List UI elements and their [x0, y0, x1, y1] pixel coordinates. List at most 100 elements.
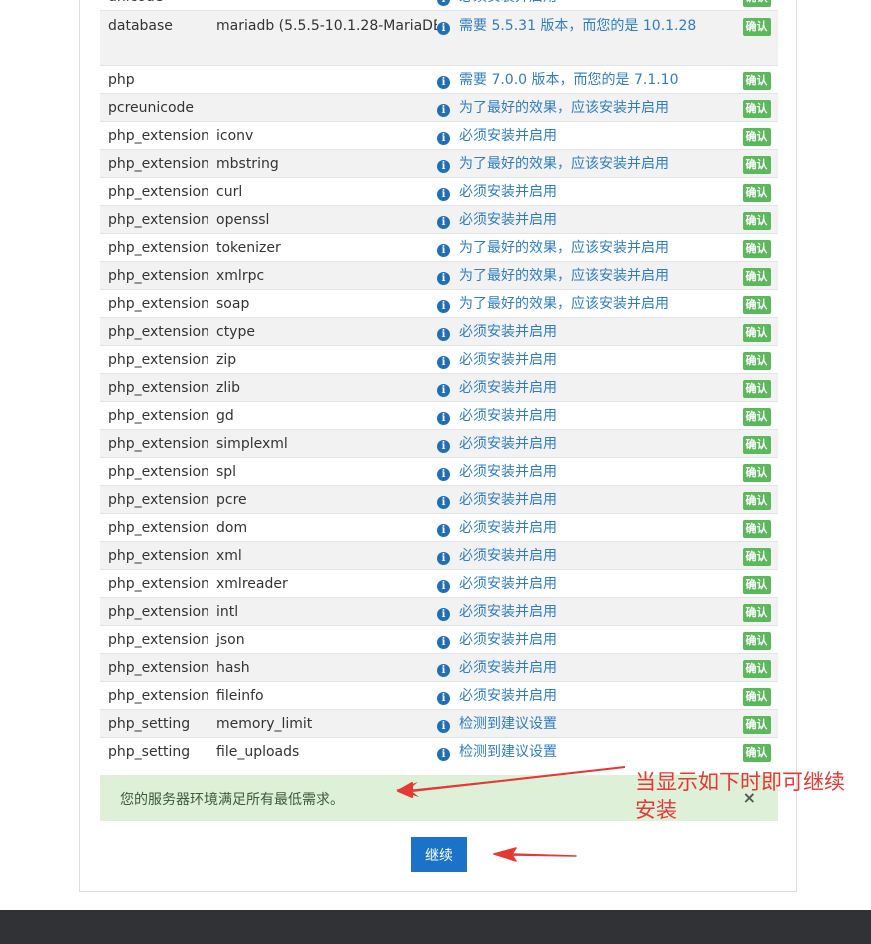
requirement-type: database [100, 10, 208, 66]
status-badge: 确认 [742, 183, 771, 202]
requirement-name: pcre [208, 485, 437, 514]
table-row: php_setting file_uploads i 检测到建议设置 确认 [100, 737, 778, 765]
requirement-message-cell: i 必须安装并启用 [437, 0, 727, 11]
requirement-type: unicode [100, 0, 208, 11]
info-icon: i [437, 327, 450, 341]
requirement-message-cell: i 为了最好的效果，应该安装并启用 [437, 149, 727, 178]
info-icon: i [437, 159, 450, 173]
requirement-message: 为了最好的效果，应该安装并启用 [459, 267, 669, 284]
requirement-message: 必须安装并启用 [459, 603, 557, 620]
status-badge: 确认 [742, 407, 771, 426]
requirement-message-cell: i 为了最好的效果，应该安装并启用 [437, 93, 727, 122]
requirement-type: php_extension [100, 177, 208, 206]
info-icon: i [437, 0, 450, 6]
table-row: php_extension xmlreader i 必须安装并启用 确认 [100, 569, 778, 598]
requirement-message-cell: i 需要 7.0.0 版本，而您的是 7.1.10 [437, 65, 727, 94]
status-badge: 确认 [742, 0, 771, 7]
requirement-name: ctype [208, 317, 437, 346]
status-badge: 确认 [742, 463, 771, 482]
requirement-type: php_extension [100, 457, 208, 486]
requirement-name: json [208, 625, 437, 654]
requirement-message: 需要 5.5.31 版本，而您的是 10.1.28 [459, 18, 697, 34]
requirement-type: php_extension [100, 345, 208, 374]
requirement-status-cell: 确认 [727, 597, 778, 626]
table-row: php_extension intl i 必须安装并启用 确认 [100, 597, 778, 626]
requirement-message: 检测到建议设置 [459, 743, 557, 760]
requirement-message-cell: i 必须安装并启用 [437, 317, 727, 346]
status-badge: 确认 [742, 127, 771, 146]
status-badge: 确认 [742, 743, 771, 762]
requirement-name: xml [208, 541, 437, 570]
requirement-message-cell: i 必须安装并启用 [437, 541, 727, 570]
requirement-message-cell: i 必须安装并启用 [437, 597, 727, 626]
status-badge: 确认 [742, 211, 771, 230]
requirement-name: curl [208, 177, 437, 206]
info-icon: i [437, 75, 450, 89]
requirement-name: zip [208, 345, 437, 374]
info-icon: i [437, 383, 450, 397]
requirement-status-cell: 确认 [727, 261, 778, 290]
table-row: php_extension curl i 必须安装并启用 确认 [100, 177, 778, 206]
requirement-message: 必须安装并启用 [459, 379, 557, 396]
info-icon: i [437, 663, 450, 677]
info-icon: i [437, 187, 450, 201]
environment-check-table: unicodei必须安装并启用确认databasemariadb (5.5.5-… [100, 0, 778, 765]
info-icon: i [437, 131, 450, 145]
requirement-name: xmlrpc [208, 261, 437, 290]
requirement-name [208, 93, 437, 122]
requirement-type: php_extension [100, 205, 208, 234]
requirement-name: simplexml [208, 429, 437, 458]
table-row: php_extension iconv i 必须安装并启用 确认 [100, 121, 778, 150]
info-icon: i [437, 243, 450, 257]
requirement-message: 必须安装并启用 [459, 547, 557, 564]
requirement-name: gd [208, 401, 437, 430]
requirement-message-cell: i 必须安装并启用 [437, 653, 727, 682]
status-badge: 确认 [742, 351, 771, 370]
requirement-type: php_extension [100, 625, 208, 654]
requirement-message: 为了最好的效果，应该安装并启用 [459, 99, 669, 116]
table-row: php_extension hash i 必须安装并启用 确认 [100, 653, 778, 682]
requirement-status-cell: 确认 [727, 373, 778, 402]
requirement-type: php_extension [100, 373, 208, 402]
info-icon: i [437, 439, 450, 453]
page-footer [0, 910, 871, 944]
status-badge: 确认 [742, 99, 771, 118]
requirement-name [208, 0, 437, 11]
requirement-message-cell: i 检测到建议设置 [437, 737, 727, 765]
requirement-message: 必须安装并启用 [459, 407, 557, 424]
requirement-status-cell: 确认 [727, 233, 778, 262]
status-badge: 确认 [742, 631, 771, 650]
requirement-status-cell: 确认 [727, 485, 778, 514]
requirement-status-cell: 确认 [727, 177, 778, 206]
table-row: php_extension soap i 为了最好的效果，应该安装并启用 确认 [100, 289, 778, 318]
requirement-type: php_extension [100, 289, 208, 318]
info-icon: i [437, 22, 450, 35]
table-row: php_extension mbstring i 为了最好的效果，应该安装并启用 确认 [100, 149, 778, 178]
requirement-message: 必须安装并启用 [459, 463, 557, 480]
requirement-message: 为了最好的效果，应该安装并启用 [459, 239, 669, 256]
info-icon: i [437, 299, 450, 313]
requirement-message-cell: i 必须安装并启用 [437, 345, 727, 374]
requirement-message-cell: i 必须安装并启用 [437, 485, 727, 514]
requirement-message-cell: i 必须安装并启用 [437, 177, 727, 206]
requirement-message: 必须安装并启用 [459, 323, 557, 340]
requirement-message-cell: i 必须安装并启用 [437, 625, 727, 654]
requirement-name: mbstring [208, 149, 437, 178]
requirement-message: 必须安装并启用 [459, 351, 557, 368]
table-row: php_extension xmlrpc i 为了最好的效果，应该安装并启用 确认 [100, 261, 778, 290]
requirement-message: 为了最好的效果，应该安装并启用 [459, 155, 669, 172]
info-icon: i [437, 215, 450, 229]
requirement-status-cell: 确认 [727, 93, 778, 122]
requirement-status-cell: 确认 [727, 65, 778, 94]
requirement-name: mariadb (5.5.5-10.1.28-MariaDB) [208, 10, 437, 66]
requirement-message: 检测到建议设置 [459, 715, 557, 732]
info-icon: i [437, 495, 450, 509]
requirement-status-cell: 确认 [727, 10, 778, 66]
table-row: php i 需要 7.0.0 版本，而您的是 7.1.10 确认 [100, 65, 778, 94]
status-badge: 确认 [742, 715, 771, 734]
requirement-type: php_extension [100, 653, 208, 682]
continue-button[interactable]: 继续 [411, 837, 467, 872]
requirement-status-cell: 确认 [727, 709, 778, 738]
requirement-type: php_extension [100, 485, 208, 514]
requirement-status-cell: 确认 [727, 737, 778, 765]
